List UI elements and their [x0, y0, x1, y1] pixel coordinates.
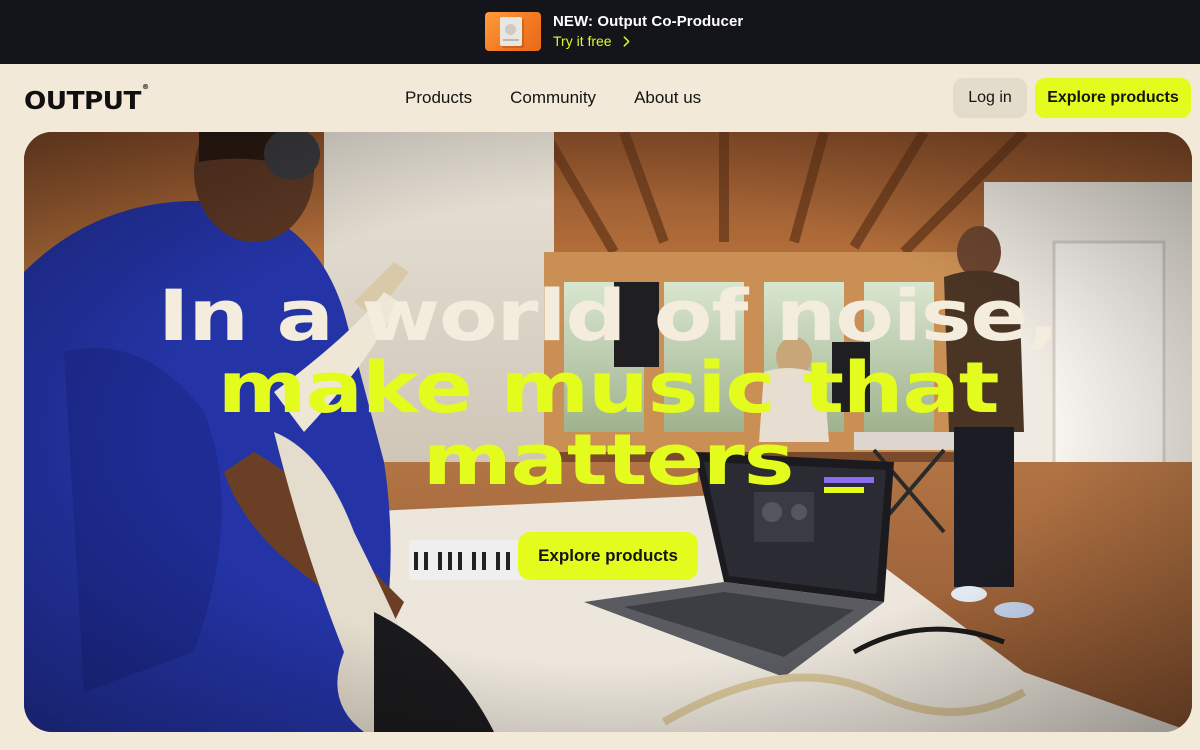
logo-text: OUTPUT [24, 86, 141, 115]
main-nav: Products Community About us [405, 88, 701, 108]
headline-line-2: make music that [217, 347, 1000, 429]
hero-headline: In a world of noise, make music that mat… [24, 280, 1192, 496]
login-button[interactable]: Log in [953, 78, 1027, 118]
headline-line-3: matters [422, 419, 795, 501]
try-it-free-link[interactable]: Try it free [553, 33, 633, 49]
announcement-title: NEW: Output Co-Producer [553, 13, 744, 30]
output-logo[interactable]: OUTPUT® [24, 82, 149, 115]
try-it-free-label: Try it free [553, 33, 612, 49]
nav-about-us[interactable]: About us [634, 88, 701, 108]
hero-section: In a world of noise, make music that mat… [24, 132, 1192, 732]
chevron-right-icon [623, 35, 630, 47]
explore-products-header-button[interactable]: Explore products [1035, 78, 1191, 118]
site-header: OUTPUT® Products Community About us Log … [0, 64, 1200, 132]
co-producer-thumbnail[interactable] [485, 12, 541, 51]
nav-community[interactable]: Community [510, 88, 596, 108]
product-box-image [500, 17, 522, 46]
announcement-bar: NEW: Output Co-Producer Try it free [0, 0, 1200, 64]
registered-mark: ® [141, 82, 149, 91]
nav-products[interactable]: Products [405, 88, 472, 108]
explore-products-hero-button[interactable]: Explore products [518, 532, 698, 580]
headline-line-1: In a world of noise, [157, 275, 1060, 357]
